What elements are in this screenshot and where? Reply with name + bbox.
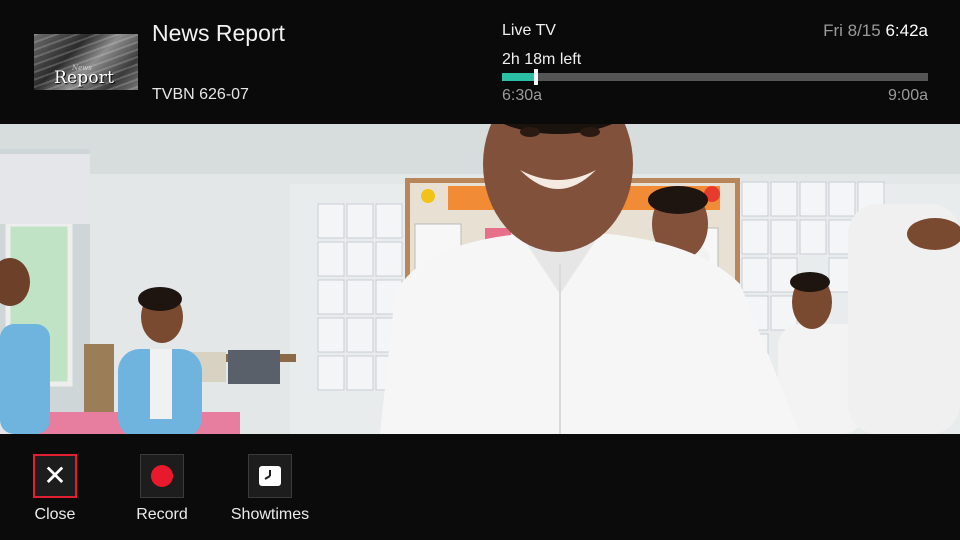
showtimes-button[interactable]: Showtimes (231, 454, 309, 524)
program-thumbnail: News Report (34, 34, 138, 90)
close-button-label: Close (34, 506, 76, 523)
program-title: News Report (152, 20, 285, 46)
progress-bar (502, 69, 928, 85)
program-channel: TVBN 626-07 (152, 86, 249, 103)
video-player[interactable] (0, 124, 960, 434)
showtimes-button-box[interactable] (248, 454, 292, 498)
start-time: 6:30a (502, 87, 543, 104)
record-icon (151, 465, 173, 487)
video-frame-image (0, 124, 960, 434)
progress-fill (502, 73, 537, 81)
record-button-label: Record (136, 506, 188, 523)
showtimes-button-label: Showtimes (230, 506, 310, 523)
clock-icon (259, 466, 281, 486)
progress-playhead (534, 69, 539, 85)
close-button[interactable]: ✕ Close (33, 454, 77, 524)
record-button-box[interactable] (140, 454, 184, 498)
live-status-label: Live TV (502, 22, 556, 39)
record-button[interactable]: Record (136, 454, 188, 524)
clock-time: 6:42a (885, 21, 928, 40)
clock: Fri 8/15 6:42a (823, 21, 928, 41)
program-info-bar: News Report News Report TVBN 626-07 Live… (0, 0, 960, 124)
close-icon: ✕ (43, 459, 67, 492)
time-remaining: 2h 18m left (502, 51, 582, 68)
close-button-box[interactable]: ✕ (33, 454, 77, 498)
end-time: 9:00a (887, 87, 928, 104)
thumbnail-text: Report (54, 68, 115, 88)
clock-date: Fri 8/15 (823, 21, 881, 40)
action-bar: ✕ Close Record Showtimes (0, 434, 960, 540)
